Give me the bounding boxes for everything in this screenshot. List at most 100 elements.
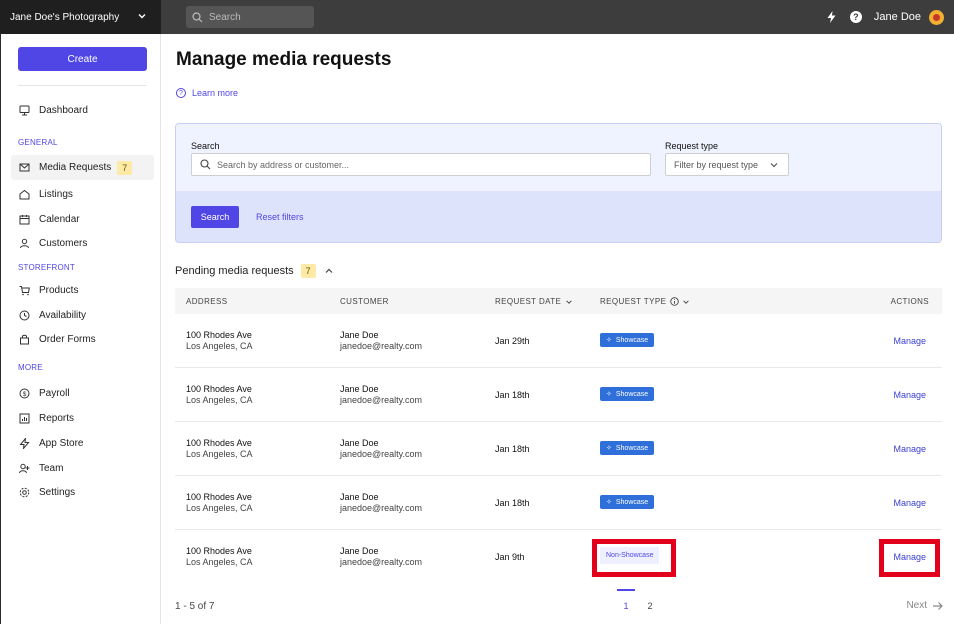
pagination-range: 1 - 5 of 7 [175, 601, 215, 612]
sidebar-item-dashboard[interactable]: Dashboard [11, 98, 154, 123]
address-street: 100 Rhodes Ave [186, 438, 252, 448]
request-type-placeholder: Filter by request type [674, 159, 759, 170]
lightning-icon[interactable] [827, 11, 836, 23]
chart-icon [19, 413, 30, 424]
section-more: MORE [18, 363, 43, 372]
customer-email: janedoe@realty.com [340, 449, 423, 459]
org-name: Jane Doe's Photography [10, 11, 120, 23]
customer-name: Jane Doe [340, 330, 379, 340]
manage-link[interactable]: Manage [893, 552, 926, 562]
showcase-tag: ✧ Showcase [600, 387, 655, 401]
table-header: ADDRESS CUSTOMER REQUEST DATE REQUEST TY… [175, 288, 942, 314]
chevron-up-icon[interactable] [324, 266, 334, 276]
sidebar-item-label: Products [39, 285, 79, 296]
media-requests-count-badge: 7 [117, 160, 133, 175]
sidebar-item-label: Reports [39, 413, 75, 424]
address-cell: 100 Rhodes Ave Los Angeles, CA [186, 492, 253, 514]
user-name[interactable]: Jane Doe [874, 11, 921, 23]
arrow-right-icon [933, 601, 943, 610]
col-request-type-label: REQUEST TYPE [600, 297, 667, 306]
sidebar-item-products[interactable]: Products [11, 278, 154, 303]
sidebar-item-label: Media Requests [39, 162, 112, 173]
info-icon[interactable] [670, 297, 680, 306]
search-input[interactable]: Search by address or customer... [191, 153, 651, 176]
col-request-type[interactable]: REQUEST TYPE [600, 297, 690, 306]
filter-panel: Search Search by address or customer... … [175, 123, 942, 243]
search-icon [200, 159, 211, 170]
manage-link[interactable]: Manage [893, 390, 926, 400]
sidebar-item-calendar[interactable]: Calendar [11, 207, 154, 232]
request-date: Jan 18th [495, 444, 530, 454]
manage-link[interactable]: Manage [893, 444, 926, 454]
global-search-input[interactable]: Search [186, 6, 314, 28]
customer-email: janedoe@realty.com [340, 557, 423, 567]
request-type-select[interactable]: Filter by request type [665, 153, 789, 176]
learn-more-link[interactable]: ? Learn more [176, 88, 238, 98]
customer-email: janedoe@realty.com [340, 395, 423, 405]
sidebar-item-label: Order Forms [39, 334, 96, 345]
sidebar-item-customers[interactable]: Customers [11, 231, 154, 256]
showcase-tag-label: Showcase [615, 336, 649, 344]
clock-icon [19, 310, 30, 321]
address-street: 100 Rhodes Ave [186, 546, 252, 556]
next-page-button[interactable]: Next [906, 600, 944, 611]
customer-cell: Jane Doe janedoe@realty.com [340, 492, 422, 514]
sidebar-item-payroll[interactable]: $ Payroll [11, 381, 154, 406]
showcase-tag: ✧ Showcase [600, 333, 655, 347]
search-icon [192, 11, 203, 22]
address-cell: 100 Rhodes Ave Los Angeles, CA [186, 330, 253, 352]
sidebar-item-settings[interactable]: Settings [11, 480, 154, 505]
sidebar-item-media-requests[interactable]: Media Requests 7 [11, 155, 154, 180]
help-icon[interactable]: ? [849, 11, 862, 23]
section-general: GENERAL [18, 138, 58, 147]
reset-filters-button[interactable]: Reset filters [256, 206, 304, 228]
sidebar-item-order-forms[interactable]: Order Forms [11, 327, 154, 352]
page-1-button[interactable]: 1 [614, 589, 638, 611]
page-2-button[interactable]: 2 [638, 601, 662, 611]
address-city: Los Angeles, CA [186, 503, 253, 513]
customer-name: Jane Doe [340, 438, 379, 448]
col-request-date[interactable]: REQUEST DATE [495, 297, 573, 306]
sidebar-item-availability[interactable]: Availability [11, 303, 154, 328]
sidebar-divider [18, 85, 147, 86]
sparkle-icon: ✧ [606, 337, 612, 344]
next-label: Next [906, 600, 927, 611]
manage-link[interactable]: Manage [893, 336, 926, 346]
customer-name: Jane Doe [340, 384, 379, 394]
sidebar-item-reports[interactable]: Reports [11, 406, 154, 431]
sidebar-item-label: Payroll [39, 388, 70, 399]
org-switcher[interactable]: Jane Doe's Photography [0, 0, 161, 34]
customer-cell: Jane Doe janedoe@realty.com [340, 330, 422, 352]
create-button[interactable]: Create [18, 47, 147, 71]
sidebar-item-label: Customers [39, 238, 88, 249]
table-row: 100 Rhodes Ave Los Angeles, CA Jane Doe … [175, 314, 942, 368]
filter-fields: Search Search by address or customer... … [176, 124, 941, 191]
pending-requests-header[interactable]: Pending media requests 7 [175, 264, 334, 278]
bag-icon [19, 334, 30, 345]
showcase-tag-label: Showcase [615, 444, 649, 452]
customer-name: Jane Doe [340, 492, 379, 502]
address-city: Los Angeles, CA [186, 557, 253, 567]
sidebar-item-listings[interactable]: Listings [11, 182, 154, 207]
table-row: 100 Rhodes Ave Los Angeles, CA Jane Doe … [175, 476, 942, 530]
customer-cell: Jane Doe janedoe@realty.com [340, 546, 422, 568]
search-button[interactable]: Search [191, 206, 239, 228]
top-bar: Jane Doe's Photography Search ? Jane Doe [0, 0, 954, 34]
address-city: Los Angeles, CA [186, 395, 253, 405]
manage-link[interactable]: Manage [893, 498, 926, 508]
learn-more-label: Learn more [192, 88, 239, 98]
address-cell: 100 Rhodes Ave Los Angeles, CA [186, 546, 253, 568]
pagination: 1 2 [614, 589, 662, 611]
avatar[interactable] [929, 9, 944, 25]
cart-icon [19, 285, 30, 296]
address-street: 100 Rhodes Ave [186, 384, 252, 394]
sidebar-item-label: Settings [39, 487, 76, 498]
col-request-date-label: REQUEST DATE [495, 297, 562, 306]
request-date: Jan 18th [495, 390, 530, 400]
home-icon [19, 189, 30, 200]
customer-email: janedoe@realty.com [340, 341, 423, 351]
sidebar-item-app-store[interactable]: App Store [11, 431, 154, 456]
sparkle-icon: ✧ [606, 499, 612, 506]
sidebar-item-team[interactable]: Team [11, 456, 154, 481]
table-row: 100 Rhodes Ave Los Angeles, CA Jane Doe … [175, 530, 942, 584]
